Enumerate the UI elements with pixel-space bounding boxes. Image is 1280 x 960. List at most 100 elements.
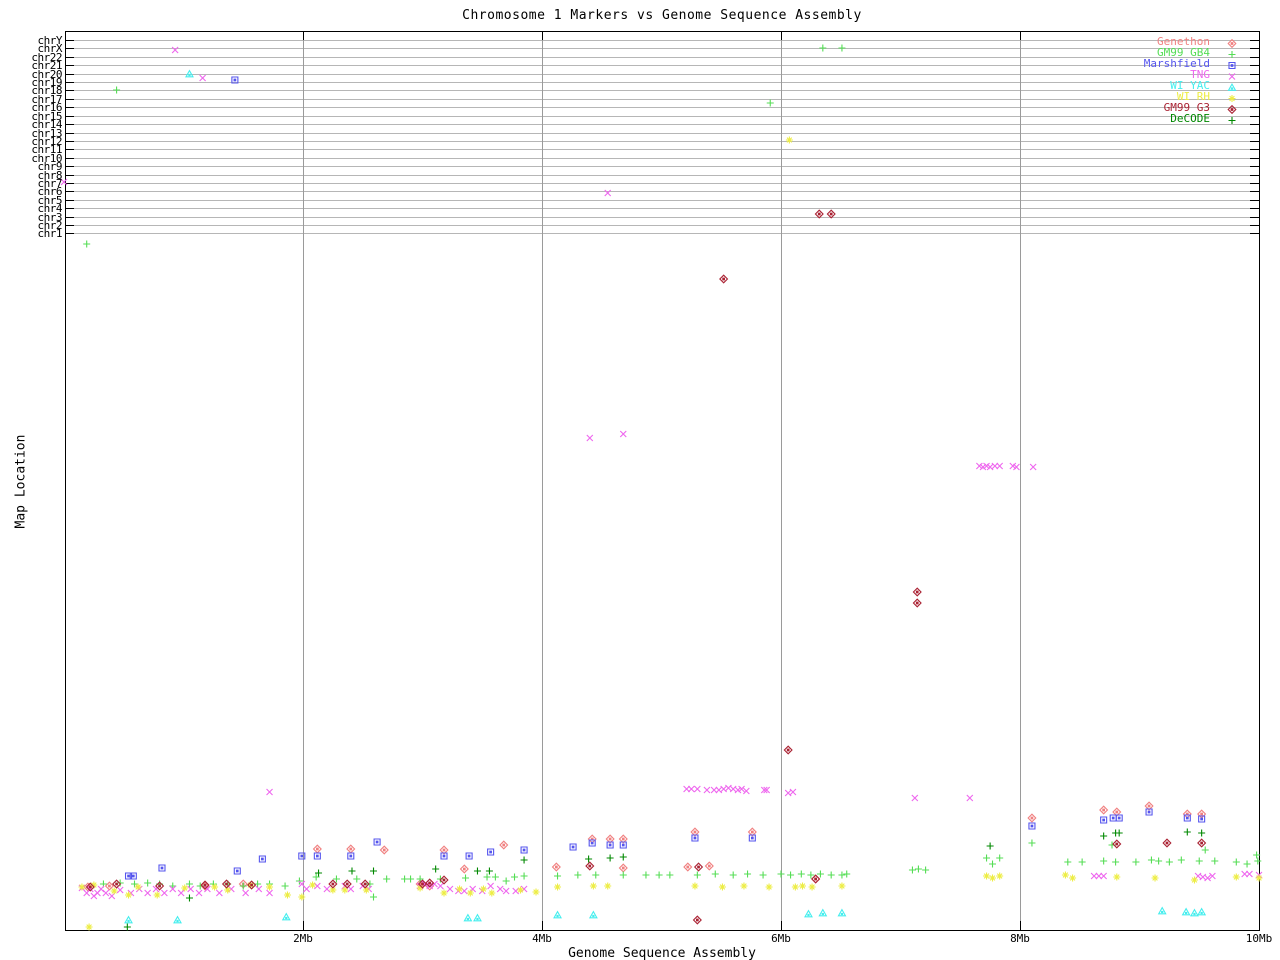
- data-point-marker: [553, 910, 562, 919]
- y-tick-label-chr1: chr1: [37, 227, 63, 241]
- data-point-marker: [144, 889, 152, 897]
- data-point-marker: [912, 587, 922, 597]
- data-point-marker: [520, 846, 528, 854]
- data-point-marker: [1112, 858, 1120, 866]
- series-gm99-g3: [85, 209, 1207, 925]
- data-point-marker: [704, 861, 714, 871]
- data-point-marker: [912, 598, 922, 608]
- data-point-marker: [586, 434, 594, 442]
- data-point-marker: [619, 430, 627, 438]
- data-point-marker: [989, 860, 997, 868]
- data-point-marker: [456, 885, 464, 893]
- data-point-marker: [1078, 858, 1086, 866]
- data-point-marker: [266, 788, 273, 796]
- data-point-marker: [499, 840, 509, 850]
- legend-item-decode: DeCODE: [1064, 113, 1250, 124]
- data-point-marker: [777, 870, 785, 878]
- data-point-marker: [811, 874, 821, 884]
- data-point-marker: [1028, 839, 1036, 847]
- data-point-marker: [1243, 860, 1251, 868]
- data-point-marker: [808, 883, 816, 891]
- data-point-marker: [693, 871, 701, 879]
- data-point-marker: [718, 883, 726, 891]
- data-point-marker: [911, 794, 919, 802]
- data-point-marker: [814, 209, 824, 219]
- data-point-marker: [838, 44, 846, 52]
- data-point-marker: [439, 875, 449, 885]
- data-point-marker: [199, 74, 207, 82]
- data-point-marker: [313, 882, 321, 890]
- data-point-marker: [785, 136, 793, 144]
- data-point-marker: [502, 887, 510, 895]
- data-point-marker: [85, 923, 93, 931]
- data-point-marker: [1183, 828, 1191, 836]
- data-point-marker: [740, 882, 748, 890]
- plot-area: [60, 31, 1263, 931]
- data-point-marker: [440, 889, 448, 897]
- data-point-marker: [446, 885, 454, 893]
- data-point-marker: [491, 873, 499, 881]
- data-point-marker: [819, 44, 827, 52]
- data-point-marker: [1228, 117, 1236, 124]
- data-point-marker: [655, 871, 663, 879]
- data-point-marker: [239, 882, 247, 890]
- data-point-marker: [551, 862, 561, 872]
- data-point-marker: [703, 786, 711, 794]
- data-point-marker: [185, 894, 193, 902]
- data-point-marker: [908, 866, 916, 874]
- data-point-marker: [312, 844, 322, 854]
- series-gm99-gb4: [83, 44, 1262, 901]
- data-point-marker: [113, 86, 121, 94]
- data-point-marker: [353, 875, 361, 883]
- data-point-marker: [996, 854, 1004, 862]
- data-point-marker: [463, 913, 473, 922]
- decode-plus-icon: [1224, 112, 1240, 125]
- y-axis-title: Map Location: [13, 434, 29, 529]
- x-tick-label-10Mb: 10Mb: [1245, 932, 1273, 945]
- series-wi-rh: [78, 136, 1263, 931]
- data-point-marker: [124, 915, 133, 924]
- data-point-marker: [1099, 805, 1109, 815]
- data-point-marker: [488, 889, 496, 897]
- data-point-marker: [692, 915, 702, 925]
- data-point-marker: [112, 879, 122, 889]
- data-point-marker: [693, 785, 701, 793]
- data-point-marker: [512, 887, 520, 895]
- data-point-marker: [589, 882, 597, 890]
- data-point-marker: [258, 855, 266, 863]
- data-point-marker: [983, 872, 991, 880]
- data-point-marker: [298, 893, 306, 901]
- data-point-marker: [1155, 857, 1163, 865]
- data-point-marker: [719, 274, 729, 284]
- legend-label: DeCODE: [1170, 112, 1210, 125]
- data-point-marker: [1064, 858, 1072, 866]
- data-point-marker: [1190, 908, 1199, 917]
- data-point-marker: [1061, 871, 1069, 879]
- data-point-marker: [1027, 813, 1037, 823]
- data-point-marker: [1246, 870, 1253, 878]
- data-point-marker: [78, 883, 86, 891]
- data-point-marker: [173, 915, 182, 924]
- data-point-marker: [437, 882, 444, 890]
- data-point-marker: [483, 873, 491, 881]
- x-tick-label-4Mb: 4Mb: [532, 932, 552, 945]
- data-point-marker: [158, 864, 166, 872]
- data-point-marker: [153, 891, 161, 899]
- data-point-marker: [281, 912, 291, 921]
- data-point-marker: [215, 889, 223, 897]
- data-point-marker: [618, 863, 628, 873]
- x-tick-label-2Mb: 2Mb: [293, 932, 313, 945]
- legend-item-wi-yac: WI YAC: [1064, 80, 1250, 91]
- data-point-marker: [348, 867, 356, 875]
- data-point-marker: [281, 882, 289, 890]
- data-point-marker: [487, 882, 495, 890]
- data-point-marker: [116, 886, 124, 894]
- data-point-marker: [1100, 832, 1108, 840]
- data-point-marker: [683, 862, 693, 872]
- data-point-marker: [83, 240, 91, 248]
- data-point-marker: [914, 865, 922, 873]
- data-point-marker: [838, 871, 846, 879]
- data-point-marker: [744, 870, 752, 878]
- data-point-marker: [532, 888, 540, 896]
- data-point-marker: [110, 887, 118, 895]
